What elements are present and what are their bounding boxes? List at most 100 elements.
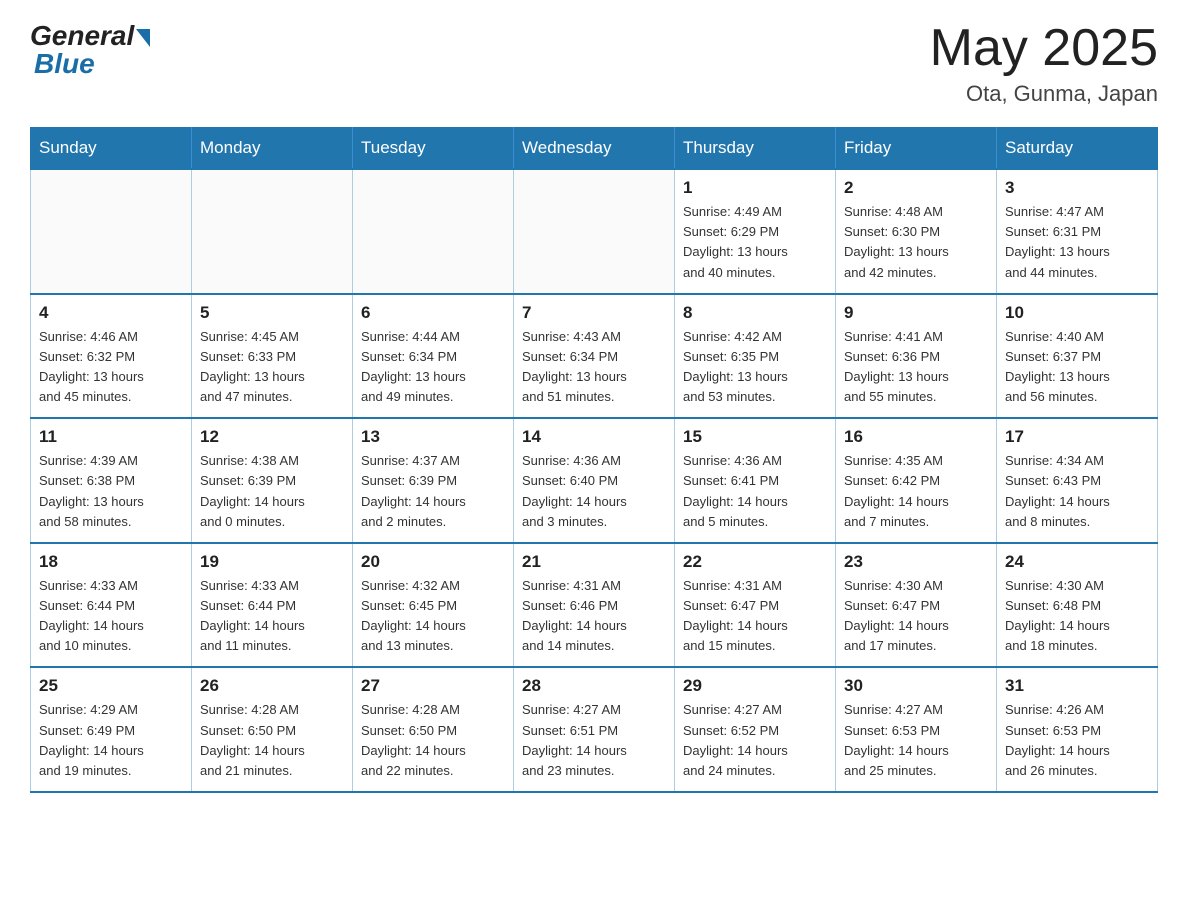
calendar-day-cell: 23 Sunrise: 4:30 AMSunset: 6:47 PMDayligh… (836, 543, 997, 668)
day-number: 24 (1005, 552, 1149, 572)
day-info: Sunrise: 4:41 AMSunset: 6:36 PMDaylight:… (844, 327, 988, 408)
calendar-day-cell: 25 Sunrise: 4:29 AMSunset: 6:49 PMDayligh… (31, 667, 192, 792)
location-subtitle: Ota, Gunma, Japan (930, 81, 1158, 107)
day-number: 9 (844, 303, 988, 323)
day-number: 3 (1005, 178, 1149, 198)
calendar-day-cell: 22Sunrise: 4:31 AMSunset: 6:47 PMDayligh… (675, 543, 836, 668)
day-info: Sunrise: 4:27 AMSunset: 6:53 PMDaylight:… (844, 700, 988, 781)
month-year-title: May 2025 (930, 20, 1158, 77)
calendar-day-cell: 24 Sunrise: 4:30 AMSunset: 6:48 PMDayligh… (997, 543, 1158, 668)
day-info: Sunrise: 4:39 AMSunset: 6:38 PMDaylight:… (39, 451, 183, 532)
calendar-day-cell: 2 Sunrise: 4:48 AMSunset: 6:30 PMDaylight… (836, 169, 997, 294)
weekday-header-friday: Friday (836, 128, 997, 170)
calendar-day-cell (192, 169, 353, 294)
day-info: Sunrise: 4:33 AMSunset: 6:44 PMDaylight:… (200, 576, 344, 657)
day-info: Sunrise: 4:48 AMSunset: 6:30 PMDaylight:… (844, 202, 988, 283)
day-info: Sunrise: 4:34 AMSunset: 6:43 PMDaylight:… (1005, 451, 1149, 532)
day-number: 25 (39, 676, 183, 696)
calendar-day-cell (353, 169, 514, 294)
day-number: 30 (844, 676, 988, 696)
calendar-day-cell: 20 Sunrise: 4:32 AMSunset: 6:45 PMDayligh… (353, 543, 514, 668)
day-info: Sunrise: 4:43 AMSunset: 6:34 PMDaylight:… (522, 327, 666, 408)
calendar-day-cell: 16Sunrise: 4:35 AMSunset: 6:42 PMDayligh… (836, 418, 997, 543)
day-info: Sunrise: 4:30 AMSunset: 6:48 PMDaylight:… (1005, 576, 1149, 657)
day-info: Sunrise: 4:47 AMSunset: 6:31 PMDaylight:… (1005, 202, 1149, 283)
day-info: Sunrise: 4:46 AMSunset: 6:32 PMDaylight:… (39, 327, 183, 408)
calendar-day-cell: 29Sunrise: 4:27 AMSunset: 6:52 PMDayligh… (675, 667, 836, 792)
day-info: Sunrise: 4:30 AMSunset: 6:47 PMDaylight:… (844, 576, 988, 657)
day-number: 17 (1005, 427, 1149, 447)
calendar-day-cell: 19 Sunrise: 4:33 AMSunset: 6:44 PMDayligh… (192, 543, 353, 668)
day-info: Sunrise: 4:45 AMSunset: 6:33 PMDaylight:… (200, 327, 344, 408)
day-number: 26 (200, 676, 344, 696)
logo-arrow-icon (136, 29, 150, 47)
day-info: Sunrise: 4:29 AMSunset: 6:49 PMDaylight:… (39, 700, 183, 781)
day-number: 21 (522, 552, 666, 572)
calendar-week-row: 11 Sunrise: 4:39 AMSunset: 6:38 PMDayligh… (31, 418, 1158, 543)
day-number: 10 (1005, 303, 1149, 323)
day-info: Sunrise: 4:28 AMSunset: 6:50 PMDaylight:… (200, 700, 344, 781)
day-number: 19 (200, 552, 344, 572)
day-number: 4 (39, 303, 183, 323)
day-info: Sunrise: 4:36 AMSunset: 6:41 PMDaylight:… (683, 451, 827, 532)
calendar-week-row: 18 Sunrise: 4:33 AMSunset: 6:44 PMDayligh… (31, 543, 1158, 668)
day-info: Sunrise: 4:26 AMSunset: 6:53 PMDaylight:… (1005, 700, 1149, 781)
day-number: 2 (844, 178, 988, 198)
calendar-day-cell: 30 Sunrise: 4:27 AMSunset: 6:53 PMDayligh… (836, 667, 997, 792)
day-number: 5 (200, 303, 344, 323)
logo-blue-text: Blue (30, 48, 95, 80)
calendar-week-row: 25 Sunrise: 4:29 AMSunset: 6:49 PMDayligh… (31, 667, 1158, 792)
day-info: Sunrise: 4:28 AMSunset: 6:50 PMDaylight:… (361, 700, 505, 781)
day-info: Sunrise: 4:40 AMSunset: 6:37 PMDaylight:… (1005, 327, 1149, 408)
calendar-day-cell (514, 169, 675, 294)
calendar-day-cell: 3 Sunrise: 4:47 AMSunset: 6:31 PMDaylight… (997, 169, 1158, 294)
day-number: 28 (522, 676, 666, 696)
day-number: 12 (200, 427, 344, 447)
day-number: 23 (844, 552, 988, 572)
weekday-header-sunday: Sunday (31, 128, 192, 170)
calendar-day-cell: 13Sunrise: 4:37 AMSunset: 6:39 PMDayligh… (353, 418, 514, 543)
calendar-day-cell: 17 Sunrise: 4:34 AMSunset: 6:43 PMDayligh… (997, 418, 1158, 543)
weekday-header-saturday: Saturday (997, 128, 1158, 170)
day-info: Sunrise: 4:37 AMSunset: 6:39 PMDaylight:… (361, 451, 505, 532)
calendar-day-cell: 27 Sunrise: 4:28 AMSunset: 6:50 PMDayligh… (353, 667, 514, 792)
day-info: Sunrise: 4:42 AMSunset: 6:35 PMDaylight:… (683, 327, 827, 408)
calendar-week-row: 4 Sunrise: 4:46 AMSunset: 6:32 PMDaylight… (31, 294, 1158, 419)
day-number: 11 (39, 427, 183, 447)
calendar-day-cell: 28Sunrise: 4:27 AMSunset: 6:51 PMDayligh… (514, 667, 675, 792)
calendar-day-cell: 12Sunrise: 4:38 AMSunset: 6:39 PMDayligh… (192, 418, 353, 543)
calendar-day-cell: 7 Sunrise: 4:43 AMSunset: 6:34 PMDaylight… (514, 294, 675, 419)
weekday-header-tuesday: Tuesday (353, 128, 514, 170)
day-number: 7 (522, 303, 666, 323)
day-number: 29 (683, 676, 827, 696)
day-number: 31 (1005, 676, 1149, 696)
day-number: 1 (683, 178, 827, 198)
calendar-table: SundayMondayTuesdayWednesdayThursdayFrid… (30, 127, 1158, 793)
calendar-day-cell: 1 Sunrise: 4:49 AMSunset: 6:29 PMDaylight… (675, 169, 836, 294)
calendar-day-cell: 11 Sunrise: 4:39 AMSunset: 6:38 PMDayligh… (31, 418, 192, 543)
calendar-day-cell: 21Sunrise: 4:31 AMSunset: 6:46 PMDayligh… (514, 543, 675, 668)
calendar-day-cell: 4 Sunrise: 4:46 AMSunset: 6:32 PMDaylight… (31, 294, 192, 419)
calendar-day-cell: 9 Sunrise: 4:41 AMSunset: 6:36 PMDaylight… (836, 294, 997, 419)
day-number: 18 (39, 552, 183, 572)
day-info: Sunrise: 4:32 AMSunset: 6:45 PMDaylight:… (361, 576, 505, 657)
day-number: 15 (683, 427, 827, 447)
day-number: 27 (361, 676, 505, 696)
calendar-day-cell: 18Sunrise: 4:33 AMSunset: 6:44 PMDayligh… (31, 543, 192, 668)
calendar-week-row: 1 Sunrise: 4:49 AMSunset: 6:29 PMDaylight… (31, 169, 1158, 294)
day-number: 14 (522, 427, 666, 447)
day-info: Sunrise: 4:44 AMSunset: 6:34 PMDaylight:… (361, 327, 505, 408)
title-block: May 2025 Ota, Gunma, Japan (930, 20, 1158, 107)
weekday-header-thursday: Thursday (675, 128, 836, 170)
weekday-header-monday: Monday (192, 128, 353, 170)
weekday-header-wednesday: Wednesday (514, 128, 675, 170)
calendar-day-cell (31, 169, 192, 294)
calendar-day-cell: 31 Sunrise: 4:26 AMSunset: 6:53 PMDayligh… (997, 667, 1158, 792)
day-number: 20 (361, 552, 505, 572)
logo: General Blue (30, 20, 150, 80)
day-number: 6 (361, 303, 505, 323)
calendar-day-cell: 6 Sunrise: 4:44 AMSunset: 6:34 PMDaylight… (353, 294, 514, 419)
day-info: Sunrise: 4:35 AMSunset: 6:42 PMDaylight:… (844, 451, 988, 532)
day-info: Sunrise: 4:31 AMSunset: 6:47 PMDaylight:… (683, 576, 827, 657)
day-info: Sunrise: 4:49 AMSunset: 6:29 PMDaylight:… (683, 202, 827, 283)
